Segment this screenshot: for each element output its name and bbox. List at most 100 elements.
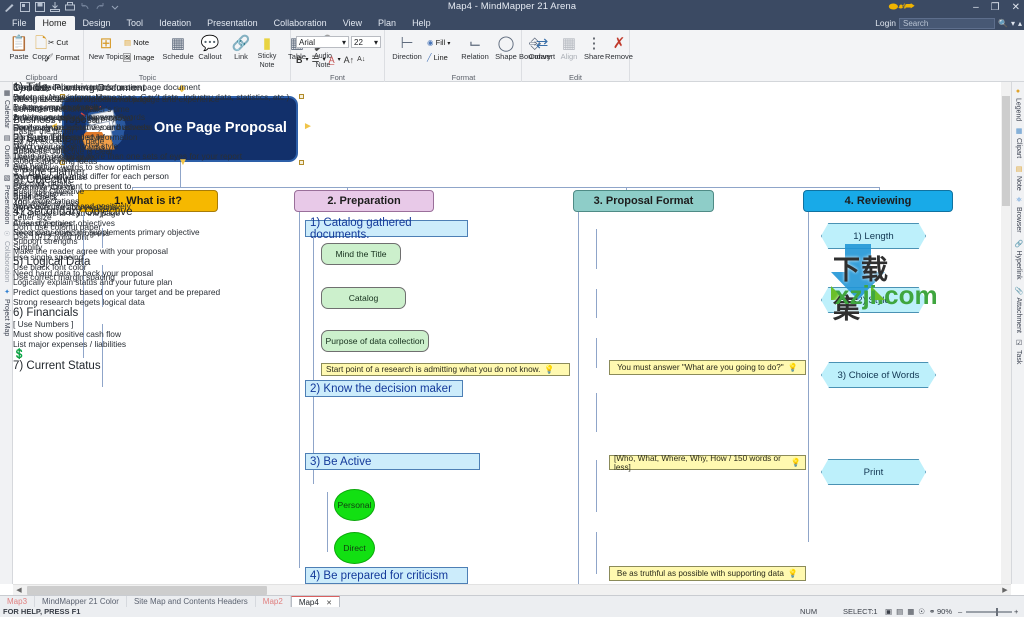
sidebar-item-browser[interactable]: ⚛ Browser [1014,193,1022,236]
node-text[interactable]: Letter size [13,212,152,222]
fill-button[interactable]: ◉ Fill ▾ [427,38,450,47]
node-hex-length[interactable]: 1) Length [821,223,926,249]
tab-ideation[interactable]: Ideation [151,16,199,30]
node-text[interactable]: Don't over advertise [13,172,152,182]
node-text[interactable]: List major expenses / liabilities [13,339,220,349]
node-bluebox[interactable]: 4) Be prepared for criticism [305,567,468,584]
sidebar-item-clipart[interactable]: ▦ Clipart [1014,124,1022,161]
ribbon-tabs[interactable]: File Home Design Tool Ideation Presentat… [4,16,439,30]
zoom-slider-track[interactable] [966,611,1012,613]
zoom-slider-knob[interactable] [996,608,998,616]
node-sticky-note[interactable]: You must answer "What are you going to d… [609,360,806,375]
timeline-view-icon[interactable]: ⚭ [929,607,935,617]
node-hex-style[interactable]: 2) Style [821,287,926,313]
tab-presentation[interactable]: Presentation [199,16,266,30]
close-icon[interactable]: ✕ [326,600,332,607]
remove-button[interactable]: ✗ Remove [602,34,636,62]
zoom-out-button[interactable]: – [958,607,962,617]
new-topic-button[interactable]: ⊞ New Topic [86,34,126,62]
tab-map2[interactable]: Map2 [256,595,291,608]
shrink-font-icon[interactable]: A↓ [357,56,365,63]
sidebar-item-calendar[interactable]: ▦ Calendar [2,86,10,131]
tab-home[interactable]: Home [34,16,75,30]
node-bluebox[interactable]: 3) Be Active [305,453,480,470]
view-icon-group[interactable]: ▣ ▤ ▦ ☉ ⚭ [885,607,935,617]
gantt-view-icon[interactable]: ☉ [918,607,925,617]
sidebar-item-collaboration[interactable]: ☉ Collaboration [2,227,10,285]
bold-icon[interactable]: B [296,55,303,65]
login-link[interactable]: Login [875,18,896,28]
node-text[interactable]: Delete excess information. [13,92,152,102]
tab-file[interactable]: File [4,16,35,30]
horizontal-scroll-thumb[interactable] [27,586,267,595]
node-hex-choice-of-words[interactable]: 3) Choice of Words [821,362,936,388]
search-input[interactable]: Search [899,17,995,29]
sidebar-item-legend[interactable]: ● Legend [1015,85,1022,124]
tab-view[interactable]: View [335,16,370,30]
node-label-box[interactable]: Mind the Title [321,243,401,265]
tab-plan[interactable]: Plan [370,16,404,30]
selection-handle-br[interactable] [299,160,304,165]
map-canvas[interactable]: One Page Proposal ◆ ◄ ► ▼ 1. What is it?… [13,82,1011,584]
chevron-down-icon[interactable]: ▾ [1011,19,1015,28]
chevron-down-icon[interactable]: ▾ [338,56,341,63]
tab-help[interactable]: Help [404,16,439,30]
sidebar-item-attachment[interactable]: 📎 Attachment [1014,283,1022,336]
node-text[interactable]: Avoid repeatedly using same words [13,112,152,122]
node-label-box[interactable]: Purpose of data collection [321,330,429,352]
node-text[interactable]: Don't overuse synonyms [13,142,152,152]
sidebar-item-hyperlink[interactable]: 🔗 Hyperlink [1014,236,1022,283]
node-bluebox[interactable]: 1) Catalog gathered documents. [305,217,468,241]
sticky-note-button[interactable]: ▮ Sticky Note [250,34,284,70]
document-tab-bar[interactable]: Map3 MindMapper 21 Color Site Map and Co… [0,595,1024,608]
font-size-select[interactable]: 22 ▾ [351,36,381,48]
sidebar-item-note[interactable]: ▤ Note [1014,162,1022,194]
node-text[interactable]: Don't overuse adjectives and adverbs [13,122,152,132]
image-button[interactable]: 🖼 Image [122,53,154,62]
sidebar-item-presentation[interactable]: ▧ Presentation [2,171,10,227]
node-text[interactable]: 6) Financials [13,307,220,319]
tab-map4[interactable]: Map4 ✕ [290,595,340,608]
tab-tool[interactable]: Tool [119,16,152,30]
minimize-button[interactable]: – [973,0,979,16]
vertical-scrollbar[interactable] [1001,82,1011,584]
horizontal-scrollbar[interactable]: ◀ ▶ [13,584,1011,595]
node-text[interactable]: Strong research begets logical data [13,297,220,307]
tab-site-map-and-contents-headers[interactable]: Site Map and Contents Headers [127,595,256,608]
node-text[interactable]: Use black font color [13,262,152,272]
node-text[interactable]: Grammar Check [13,182,152,192]
node-text[interactable]: Don't include irrelevant information [13,82,152,92]
vertical-scroll-thumb[interactable] [1002,96,1010,206]
tab-design[interactable]: Design [75,16,119,30]
node-text[interactable]: Simplify [13,242,152,252]
node-sticky-note[interactable]: [Who, What, Where, Why, How / 150 words … [609,454,806,472]
tab-map3[interactable]: Map3 [0,595,36,608]
grow-font-icon[interactable]: A↑ [344,55,355,65]
branch-2-header[interactable]: 2. Preparation [294,190,434,212]
cut-button[interactable]: ✂ Cut [48,38,68,47]
line-button[interactable]: ╱ Line [427,53,448,62]
node-ellipse-direct[interactable]: Direct [334,532,375,564]
zoom-level-label[interactable]: 90% [937,607,952,617]
chevron-up-icon[interactable]: ▴ [1018,19,1022,28]
node-label-box[interactable]: Catalog [321,287,406,309]
close-button[interactable]: ✕ [1012,0,1020,16]
tab-mindmapper-21-color[interactable]: MindMapper 21 Color [35,595,127,608]
branch-4-header[interactable]: 4. Reviewing [803,190,953,212]
outline-view-icon[interactable]: ▤ [896,607,903,617]
align-icon[interactable]: ☰ [312,54,320,65]
note-button[interactable]: ▤ Note [124,38,149,47]
zoom-in-button[interactable]: + [1014,607,1018,617]
node-text[interactable]: Delete complex phrases [13,102,152,112]
node-text[interactable]: Use single spacing [13,252,152,262]
sidebar-item-outline[interactable]: ▤ Outline [2,131,10,170]
node-sticky-note[interactable]: Be as truthful as possible with supporti… [609,566,806,581]
node-text[interactable]: Must show positive cash flow [13,329,220,339]
search-icon[interactable]: 🔍 [998,19,1008,28]
node-text[interactable]: Use third person style [13,152,152,162]
node-text[interactable]: [ Use Numbers ] [13,319,220,329]
window-controls[interactable]: – ❐ ✕ [973,0,1020,16]
presentation-view-icon[interactable]: ▦ [907,607,914,617]
font-color-icon[interactable]: A̲ [329,55,335,65]
tab-collaboration[interactable]: Collaboration [266,16,335,30]
